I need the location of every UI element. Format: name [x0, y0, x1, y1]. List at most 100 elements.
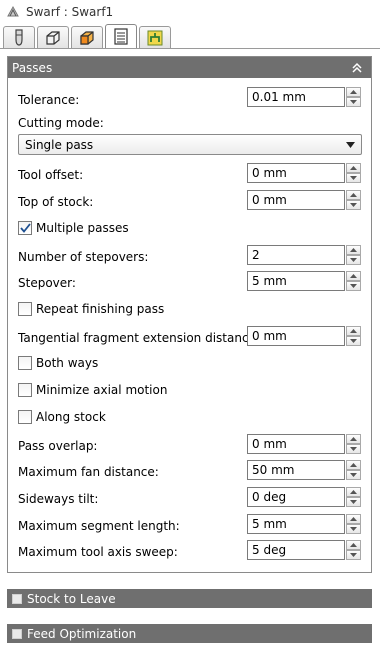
- stepover-input[interactable]: 5 mm: [247, 271, 345, 291]
- both-ways-label: Both ways: [36, 356, 99, 370]
- tab-divider: [0, 48, 380, 49]
- max-fan-distance-input[interactable]: 50 mm: [247, 460, 345, 480]
- spin-down-icon[interactable]: [346, 497, 361, 507]
- stepover-field: 5 mm: [247, 271, 361, 291]
- pass-overlap-field: 0 mm: [247, 434, 361, 454]
- spin-down-icon[interactable]: [346, 173, 361, 183]
- stepover-label: Stepover:: [18, 276, 76, 290]
- max-tool-axis-sweep-input[interactable]: 5 deg: [247, 540, 345, 560]
- tolerance-input[interactable]: 0.01 mm: [247, 87, 345, 107]
- stepover-spinner[interactable]: [346, 271, 361, 291]
- along-stock-row[interactable]: Along stock: [18, 406, 362, 428]
- feed-optimization-section[interactable]: Feed Optimization: [7, 624, 372, 643]
- tool-offset-label: Tool offset:: [18, 168, 84, 182]
- tab-passes[interactable]: [105, 24, 137, 49]
- cutting-mode-row: Cutting mode:: [18, 112, 362, 134]
- multiple-passes-label: Multiple passes: [36, 221, 129, 235]
- spin-up-icon[interactable]: [346, 326, 361, 336]
- spin-up-icon[interactable]: [346, 87, 361, 97]
- repeat-finishing-label: Repeat finishing pass: [36, 302, 165, 316]
- max-fan-distance-label: Maximum fan distance:: [18, 465, 159, 479]
- spin-up-icon[interactable]: [346, 487, 361, 497]
- dialog-titlebar: Swarf : Swarf1: [0, 0, 380, 24]
- collapse-chevrons-icon[interactable]: [351, 62, 363, 74]
- sideways-tilt-input[interactable]: 0 deg: [247, 487, 345, 507]
- spin-down-icon[interactable]: [346, 97, 361, 107]
- tolerance-field: 0.01 mm: [247, 87, 361, 107]
- swarf-icon: [7, 5, 19, 17]
- top-of-stock-spinner[interactable]: [346, 190, 361, 210]
- top-of-stock-label: Top of stock:: [18, 195, 94, 209]
- max-tool-axis-sweep-spinner[interactable]: [346, 540, 361, 560]
- spin-down-icon[interactable]: [346, 444, 361, 454]
- along-stock-checkbox[interactable]: [18, 410, 32, 424]
- max-segment-length-input[interactable]: 5 mm: [247, 514, 345, 534]
- repeat-finishing-checkbox[interactable]: [18, 302, 32, 316]
- max-segment-length-spinner[interactable]: [346, 514, 361, 534]
- spin-up-icon[interactable]: [346, 245, 361, 255]
- spin-up-icon[interactable]: [346, 540, 361, 550]
- minimize-axial-checkbox[interactable]: [18, 383, 32, 397]
- passes-icon: [114, 28, 128, 45]
- along-stock-label: Along stock: [36, 410, 106, 424]
- passes-panel: Passes Tolerance: 0.01 mm Cutting mode: …: [7, 56, 372, 573]
- expand-icon: [12, 593, 22, 604]
- stepovers-spinner[interactable]: [346, 245, 361, 265]
- spin-down-icon[interactable]: [346, 200, 361, 210]
- cutting-mode-select[interactable]: Single pass: [18, 134, 362, 155]
- tool-offset-spinner[interactable]: [346, 163, 361, 183]
- spin-up-icon[interactable]: [346, 163, 361, 173]
- tangential-extension-field: 0 mm: [247, 326, 361, 346]
- spin-up-icon[interactable]: [346, 271, 361, 281]
- stock-box-icon: [46, 31, 60, 45]
- cutting-mode-label: Cutting mode:: [18, 116, 104, 130]
- tangential-extension-label: Tangential fragment extension distance:: [18, 331, 260, 345]
- sideways-tilt-field: 0 deg: [247, 487, 361, 507]
- spin-down-icon[interactable]: [346, 281, 361, 291]
- both-ways-checkbox[interactable]: [18, 356, 32, 370]
- tool-offset-input[interactable]: 0 mm: [247, 163, 345, 183]
- expand-icon: [12, 628, 22, 639]
- spin-down-icon[interactable]: [346, 524, 361, 534]
- both-ways-row[interactable]: Both ways: [18, 352, 362, 374]
- tangential-extension-input[interactable]: 0 mm: [247, 326, 345, 346]
- stepovers-input[interactable]: 2: [247, 245, 345, 265]
- max-fan-distance-spinner[interactable]: [346, 460, 361, 480]
- spin-up-icon[interactable]: [346, 460, 361, 470]
- linking-icon: [147, 30, 163, 46]
- pass-overlap-input[interactable]: 0 mm: [247, 434, 345, 454]
- stock-to-leave-section[interactable]: Stock to Leave: [7, 589, 372, 608]
- tool-offset-field: 0 mm: [247, 163, 361, 183]
- passes-panel-header[interactable]: Passes: [8, 57, 371, 78]
- tab-tool[interactable]: [3, 26, 35, 49]
- tab-linking[interactable]: [139, 26, 171, 49]
- max-segment-length-label: Maximum segment length:: [18, 519, 180, 533]
- minimize-axial-label: Minimize axial motion: [36, 383, 168, 397]
- stock-to-leave-title: Stock to Leave: [27, 591, 116, 606]
- sideways-tilt-spinner[interactable]: [346, 487, 361, 507]
- top-of-stock-input[interactable]: 0 mm: [247, 190, 345, 210]
- stepovers-label: Number of stepovers:: [18, 250, 149, 264]
- tool-icon: [15, 29, 23, 46]
- tab-strip: [3, 24, 173, 49]
- spin-down-icon[interactable]: [346, 470, 361, 480]
- repeat-finishing-row[interactable]: Repeat finishing pass: [18, 298, 362, 320]
- tab-geometry[interactable]: [71, 26, 103, 49]
- max-fan-distance-field: 50 mm: [247, 460, 361, 480]
- dropdown-arrow-icon: [346, 141, 355, 148]
- multiple-passes-checkbox[interactable]: [18, 221, 32, 235]
- spin-down-icon[interactable]: [346, 550, 361, 560]
- multiple-passes-row[interactable]: Multiple passes: [18, 217, 362, 239]
- minimize-axial-row[interactable]: Minimize axial motion: [18, 379, 362, 401]
- spin-down-icon[interactable]: [346, 336, 361, 346]
- tab-stock[interactable]: [37, 26, 69, 49]
- feed-optimization-title: Feed Optimization: [27, 626, 137, 641]
- spin-up-icon[interactable]: [346, 190, 361, 200]
- tolerance-spinner[interactable]: [346, 87, 361, 107]
- spin-up-icon[interactable]: [346, 514, 361, 524]
- spin-down-icon[interactable]: [346, 255, 361, 265]
- stepovers-field: 2: [247, 245, 361, 265]
- spin-up-icon[interactable]: [346, 434, 361, 444]
- pass-overlap-spinner[interactable]: [346, 434, 361, 454]
- tangential-extension-spinner[interactable]: [346, 326, 361, 346]
